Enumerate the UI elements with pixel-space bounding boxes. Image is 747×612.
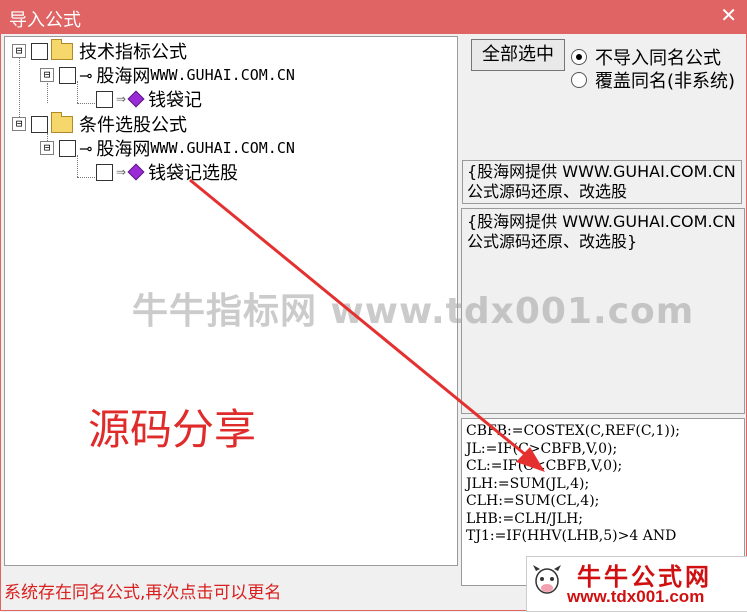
code-line: JLH:=SUM(JL,4); — [466, 475, 590, 492]
formula-gem-icon — [127, 163, 145, 181]
tree-node-stock-selection[interactable]: ⊟ 条件选股公式 — [12, 111, 187, 136]
window-title: 导入公式 — [9, 10, 81, 31]
checkbox[interactable] — [96, 163, 113, 181]
select-all-button[interactable]: 全部选中 — [471, 39, 565, 71]
formula-description: {股海网提供 WWW.GUHAI.COM.CN 公式源码还原、改选股 — [462, 160, 742, 204]
tree-node-label: 钱袋记选股 — [148, 163, 239, 184]
checkbox[interactable] — [31, 42, 48, 60]
title-bar: 导入公式 ✕ — [0, 0, 747, 34]
collapse-icon[interactable]: ⊟ — [40, 141, 54, 155]
notes-line: 公式源码还原、改选股} — [467, 232, 638, 251]
logo-url: www.tdx001.com — [567, 587, 705, 606]
notes-line: {股海网提供 WWW.GUHAI.COM.CN — [467, 212, 736, 231]
folder-icon — [51, 111, 73, 133]
tree-node-label: 条件选股公式 — [79, 115, 187, 136]
link-icon: ⇒ — [116, 165, 127, 179]
code-line: CL:=IF(C<CBFB,V,0); — [466, 458, 623, 474]
checkbox[interactable] — [59, 66, 76, 84]
checkbox[interactable] — [96, 90, 113, 108]
close-icon[interactable]: ✕ — [720, 3, 737, 27]
collapse-icon[interactable]: ⊟ — [12, 44, 26, 58]
site-logo: 牛牛公式网 www.tdx001.com — [526, 556, 747, 612]
tree-node-formula[interactable]: ⇒ 钱袋记选股 — [93, 161, 239, 184]
checkbox[interactable] — [31, 115, 48, 133]
watermark-text: 牛牛指标网 www.tdx001.com — [132, 291, 695, 332]
code-line: JL:=IF(C>CBFB,V,0); — [466, 440, 618, 457]
code-line: CLH:=SUM(CL,4); — [466, 493, 600, 509]
code-line: TJ1:=IF(HHV(LHB,5)>4 AND — [466, 528, 677, 544]
tree-line — [47, 83, 48, 103]
status-message: 系统存在同名公式,再次点击可以更名 — [4, 583, 282, 603]
tree-node-author[interactable]: ⊟ ⊸ 股海网 WWW.GUHAI.COM.CN — [40, 64, 295, 87]
code-line: LHB:=CLH/JLH; — [466, 510, 584, 527]
collapse-icon[interactable]: ⊟ — [12, 117, 26, 131]
link-icon: ⇒ — [116, 92, 127, 106]
tree-node-author[interactable]: ⊟ ⊸ 股海网 WWW.GUHAI.COM.CN — [40, 137, 295, 160]
collapse-icon[interactable]: ⊟ — [40, 68, 54, 82]
tree-node-url: WWW.GUHAI.COM.CN — [150, 66, 295, 84]
code-line: CBFB:=COSTEX(C,REF(C,1)); — [466, 423, 681, 439]
formula-gem-icon — [127, 90, 145, 108]
radio-label: 覆盖同名(非系统) — [595, 71, 736, 92]
tree-node-label: 股海网 — [96, 66, 151, 87]
tree-node-label: 钱袋记 — [148, 90, 203, 111]
folder-icon — [51, 38, 73, 60]
tree-node-label: 技术指标公式 — [79, 42, 187, 63]
tree-node-indicator-formulas[interactable]: ⊟ 技术指标公式 — [12, 38, 187, 63]
key-icon: ⊸ — [79, 138, 93, 158]
radio-icon[interactable] — [571, 72, 587, 88]
tree-node-url: WWW.GUHAI.COM.CN — [150, 139, 295, 157]
checkbox[interactable] — [59, 139, 76, 157]
tree-node-formula[interactable]: ⇒ 钱袋记 — [93, 88, 203, 111]
tree-node-label: 股海网 — [96, 139, 151, 160]
radio-overwrite[interactable]: 覆盖同名(非系统) — [571, 67, 735, 93]
description-text: {股海网提供 WWW.GUHAI.COM.CN 公式源码还原、改选股 — [467, 162, 736, 201]
key-icon: ⊸ — [79, 65, 93, 85]
radio-icon[interactable] — [571, 49, 587, 65]
share-caption: 源码分享 — [88, 405, 257, 454]
cow-icon — [533, 565, 561, 594]
